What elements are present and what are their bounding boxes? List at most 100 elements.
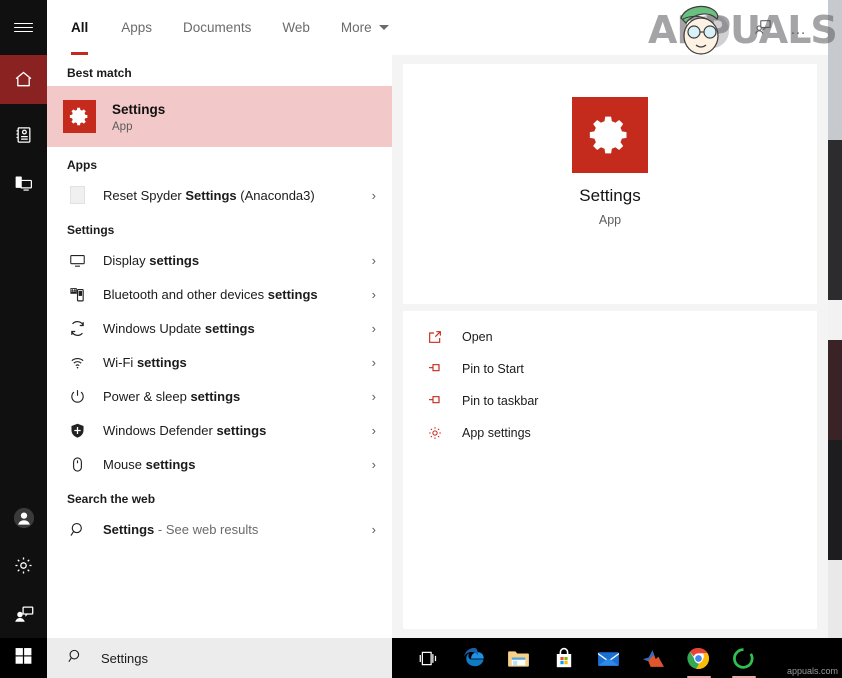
rail-item-devices[interactable] bbox=[0, 159, 47, 208]
list-item-label: Display settings bbox=[103, 252, 200, 268]
tab-all[interactable]: All bbox=[71, 0, 88, 55]
taskbar-mail[interactable] bbox=[586, 638, 631, 678]
tab-more[interactable]: More bbox=[341, 0, 372, 55]
list-item[interactable]: Wi-Fi settings › bbox=[47, 345, 392, 379]
settings-gear-icon bbox=[63, 100, 96, 133]
action-open[interactable]: Open bbox=[403, 321, 817, 353]
list-item[interactable]: Windows Update settings › bbox=[47, 311, 392, 345]
best-match-title: Settings bbox=[112, 101, 166, 117]
action-app-settings[interactable]: App settings bbox=[403, 417, 817, 449]
list-item-label: Settings - See web results bbox=[103, 521, 259, 537]
tab-documents[interactable]: Documents bbox=[183, 0, 251, 55]
tab-apps[interactable]: Apps bbox=[121, 0, 152, 55]
screen: All Apps Documents Web More … APPUALS Be… bbox=[0, 0, 842, 678]
list-item-label: Mouse settings bbox=[103, 456, 196, 472]
best-match-item[interactable]: Settings App bbox=[47, 86, 392, 147]
wifi-icon bbox=[67, 352, 87, 372]
chevron-right-icon[interactable]: › bbox=[364, 287, 376, 302]
settings-gear-icon bbox=[572, 97, 648, 173]
list-item[interactable]: Mouse settings › bbox=[47, 447, 392, 481]
list-item-label: Windows Update settings bbox=[103, 320, 255, 336]
chevron-down-icon[interactable] bbox=[378, 25, 389, 30]
left-nav-rail bbox=[0, 0, 47, 638]
taskbar-watermark: appuals.com bbox=[786, 666, 838, 676]
app-actions-list: Open Pin to Start Pin to taskbar App set… bbox=[403, 311, 817, 629]
search-icon bbox=[67, 519, 87, 539]
filter-tabs: All Apps Documents Web More bbox=[47, 0, 828, 55]
rail-item-feedback[interactable] bbox=[0, 589, 47, 638]
shield-icon bbox=[67, 420, 87, 440]
list-item-label: Power & sleep settings bbox=[103, 388, 241, 404]
list-item-label: Bluetooth and other devices settings bbox=[103, 286, 318, 302]
account-avatar-icon bbox=[13, 507, 35, 529]
best-match-subtitle: App bbox=[112, 120, 133, 133]
gear-icon bbox=[13, 555, 34, 576]
chevron-right-icon[interactable]: › bbox=[364, 423, 376, 438]
action-label: App settings bbox=[462, 426, 531, 440]
list-item[interactable]: Bluetooth and other devices settings › bbox=[47, 277, 392, 311]
header-actions: … bbox=[754, 18, 808, 41]
list-item-label: Windows Defender settings bbox=[103, 422, 267, 438]
chevron-right-icon[interactable]: › bbox=[364, 457, 376, 472]
app-preview-card: Settings App bbox=[403, 64, 817, 304]
document-icon bbox=[67, 185, 87, 205]
power-icon bbox=[67, 386, 87, 406]
results-pane: Best match Settings App Apps Reset Spyde… bbox=[47, 55, 392, 638]
desktop-background-strip bbox=[826, 0, 842, 638]
more-options-icon[interactable]: … bbox=[790, 21, 808, 37]
taskbar-microsoft-edge[interactable] bbox=[451, 638, 496, 678]
rail-item-home[interactable] bbox=[0, 55, 47, 104]
rail-item-settings[interactable] bbox=[0, 541, 47, 590]
rail-item-account[interactable] bbox=[0, 493, 47, 542]
feedback-icon[interactable] bbox=[754, 18, 772, 41]
list-item-label: Reset Spyder Settings (Anaconda3) bbox=[103, 187, 315, 203]
refresh-icon bbox=[67, 318, 87, 338]
windows-start-button[interactable] bbox=[0, 638, 47, 678]
pin-icon bbox=[425, 359, 445, 379]
pin-icon bbox=[425, 391, 445, 411]
list-item[interactable]: Display settings › bbox=[47, 243, 392, 277]
taskbar-app-icons bbox=[406, 638, 766, 678]
chevron-right-icon[interactable]: › bbox=[364, 355, 376, 370]
taskbar-task-view[interactable] bbox=[406, 638, 451, 678]
action-pin-to-taskbar[interactable]: Pin to taskbar bbox=[403, 385, 817, 417]
chevron-right-icon[interactable]: › bbox=[364, 253, 376, 268]
chevron-right-icon[interactable]: › bbox=[364, 389, 376, 404]
search-input-value[interactable]: Settings bbox=[101, 651, 148, 666]
list-item[interactable]: Power & sleep settings › bbox=[47, 379, 392, 413]
chevron-right-icon[interactable]: › bbox=[364, 188, 376, 203]
preview-app-name: Settings bbox=[579, 186, 641, 205]
taskbar: Settings appuals.com bbox=[0, 638, 842, 678]
search-flyout: All Apps Documents Web More … APPUALS Be… bbox=[0, 0, 838, 638]
section-header-settings: Settings bbox=[67, 223, 115, 237]
action-pin-to-start[interactable]: Pin to Start bbox=[403, 353, 817, 385]
list-item[interactable]: Reset Spyder Settings (Anaconda3) › bbox=[47, 178, 392, 212]
list-item[interactable]: Settings - See web results › bbox=[47, 512, 392, 546]
taskbar-file-explorer[interactable] bbox=[496, 638, 541, 678]
action-label: Pin to taskbar bbox=[462, 394, 539, 408]
feedback-person-icon bbox=[13, 603, 35, 625]
action-label: Pin to Start bbox=[462, 362, 524, 376]
section-header-best-match: Best match bbox=[67, 66, 132, 80]
gear-icon bbox=[425, 423, 445, 443]
bluetooth-devices-icon bbox=[67, 284, 87, 304]
tab-web[interactable]: Web bbox=[282, 0, 310, 55]
chevron-right-icon[interactable]: › bbox=[364, 321, 376, 336]
taskbar-green-ring-app[interactable] bbox=[721, 638, 766, 678]
list-item-label: Wi-Fi settings bbox=[103, 354, 187, 370]
hamburger-menu-icon[interactable] bbox=[0, 0, 47, 55]
search-icon bbox=[67, 648, 83, 669]
taskbar-search-box[interactable]: Settings bbox=[47, 638, 392, 678]
chevron-right-icon[interactable]: › bbox=[364, 522, 376, 537]
devices-icon bbox=[13, 173, 34, 194]
preview-app-type: App bbox=[598, 213, 622, 227]
list-item[interactable]: Windows Defender settings › bbox=[47, 413, 392, 447]
taskbar-google-chrome[interactable] bbox=[676, 638, 721, 678]
taskbar-matlab[interactable] bbox=[631, 638, 676, 678]
rail-item-notebook[interactable] bbox=[0, 110, 47, 159]
windows-start-icon bbox=[14, 646, 33, 670]
monitor-icon bbox=[67, 250, 87, 270]
section-header-apps: Apps bbox=[67, 158, 97, 172]
preview-pane: Settings App Open Pin to Start Pin to ta… bbox=[392, 55, 828, 638]
taskbar-microsoft-store[interactable] bbox=[541, 638, 586, 678]
